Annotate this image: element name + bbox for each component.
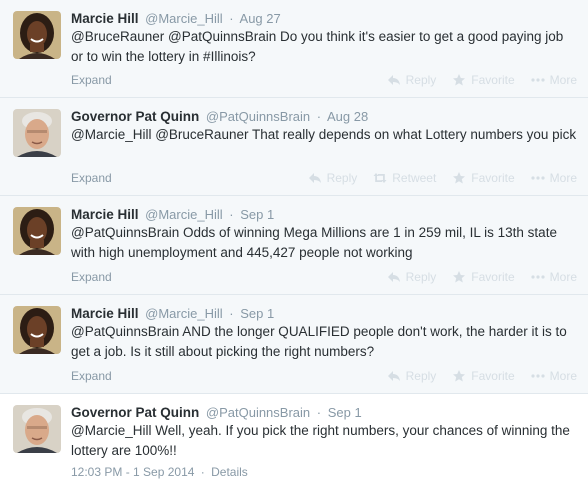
tweet-text: @PatQuinnsBrain Odds of winning Mega Mil… xyxy=(71,225,557,260)
avatar[interactable] xyxy=(13,306,61,354)
expand-link[interactable]: Expand xyxy=(71,170,112,186)
marcie-avatar-image xyxy=(13,306,61,354)
retweet-label: Retweet xyxy=(392,171,437,185)
tweet-text: @Marcie_Hill @BruceRauner That really de… xyxy=(71,127,577,142)
details-link[interactable]: Details xyxy=(211,465,248,479)
reply-icon xyxy=(387,370,401,382)
author-username[interactable]: @Marcie_Hill xyxy=(145,11,223,26)
reply-label: Reply xyxy=(405,73,437,87)
tweet-header: Marcie Hill @Marcie_Hill · Sep 1 xyxy=(71,206,274,224)
star-icon xyxy=(452,74,466,86)
tweet-meta: 12:03 PM - 1 Sep 2014 · Details xyxy=(71,464,248,480)
tweet-text: @Marcie_Hill Well, yeah. If you pick the… xyxy=(71,423,570,458)
expand-link[interactable]: Expand xyxy=(71,72,112,88)
author-username[interactable]: @PatQuinnsBrain xyxy=(206,109,310,124)
reply-label: Reply xyxy=(405,369,437,383)
more-label: More xyxy=(549,369,577,383)
more-label: More xyxy=(549,270,577,284)
favorite-button[interactable]: Favorite xyxy=(452,73,515,87)
avatar[interactable] xyxy=(13,405,61,453)
reply-button[interactable]: Reply xyxy=(387,73,437,87)
avatar[interactable] xyxy=(13,109,61,157)
tweet-actions: Reply Favorite More xyxy=(387,269,577,285)
tweet-timestamp: 12:03 PM - 1 Sep 2014 xyxy=(71,465,195,479)
quinn-avatar-image xyxy=(13,405,61,453)
retweet-button[interactable]: Retweet xyxy=(373,171,436,185)
author-username[interactable]: @Marcie_Hill xyxy=(145,306,223,321)
reply-label: Reply xyxy=(326,171,358,185)
marcie-avatar-image xyxy=(13,11,61,59)
tweet-focused[interactable]: Governor Pat Quinn @PatQuinnsBrain · Sep… xyxy=(0,394,588,492)
tweet-actions: Reply Favorite More xyxy=(387,368,577,384)
tweet[interactable]: Marcie Hill @Marcie_Hill · Aug 27 @Bruce… xyxy=(0,0,588,98)
separator: · xyxy=(200,465,205,479)
quinn-avatar-image xyxy=(13,109,61,157)
conversation-timeline: Marcie Hill @Marcie_Hill · Aug 27 @Bruce… xyxy=(0,0,588,492)
tweet-date[interactable]: Aug 28 xyxy=(327,109,368,124)
separator: · xyxy=(229,207,234,222)
tweet[interactable]: Marcie Hill @Marcie_Hill · Sep 1 @PatQui… xyxy=(0,196,588,295)
tweet-date[interactable]: Sep 1 xyxy=(240,207,274,222)
favorite-button[interactable]: Favorite xyxy=(452,270,515,284)
more-label: More xyxy=(549,171,577,185)
star-icon xyxy=(452,370,466,382)
expand-link[interactable]: Expand xyxy=(71,269,112,285)
tweet-text: @BruceRauner @PatQuinnsBrain Do you thin… xyxy=(71,29,564,64)
author-fullname[interactable]: Marcie Hill xyxy=(71,11,139,26)
retweet-icon xyxy=(373,172,387,184)
tweet-header: Marcie Hill @Marcie_Hill · Aug 27 xyxy=(71,10,281,28)
tweet-header: Governor Pat Quinn @PatQuinnsBrain · Aug… xyxy=(71,108,368,126)
author-fullname[interactable]: Marcie Hill xyxy=(71,207,139,222)
favorite-label: Favorite xyxy=(471,270,515,284)
star-icon xyxy=(452,271,466,283)
reply-label: Reply xyxy=(405,270,437,284)
author-fullname[interactable]: Governor Pat Quinn xyxy=(71,109,199,124)
separator: · xyxy=(316,405,322,420)
separator: · xyxy=(229,11,234,26)
favorite-label: Favorite xyxy=(471,73,515,87)
tweet-actions: Reply Retweet Favorite More xyxy=(308,170,577,186)
separator: · xyxy=(316,109,322,124)
tweet-actions: Reply Favorite More xyxy=(387,72,577,88)
expand-link[interactable]: Expand xyxy=(71,368,112,384)
star-icon xyxy=(452,172,466,184)
author-username[interactable]: @PatQuinnsBrain xyxy=(206,405,310,420)
more-button[interactable]: More xyxy=(531,369,577,383)
tweet[interactable]: Marcie Hill @Marcie_Hill · Sep 1 @PatQui… xyxy=(0,295,588,394)
favorite-button[interactable]: Favorite xyxy=(452,171,515,185)
avatar[interactable] xyxy=(13,11,61,59)
separator: · xyxy=(229,306,234,321)
more-dots-icon xyxy=(531,74,545,86)
more-button[interactable]: More xyxy=(531,270,577,284)
more-label: More xyxy=(549,73,577,87)
favorite-label: Favorite xyxy=(471,369,515,383)
favorite-label: Favorite xyxy=(471,171,515,185)
favorite-button[interactable]: Favorite xyxy=(452,369,515,383)
author-username[interactable]: @Marcie_Hill xyxy=(145,207,223,222)
more-dots-icon xyxy=(531,172,545,184)
tweet-header: Marcie Hill @Marcie_Hill · Sep 1 xyxy=(71,305,274,323)
more-button[interactable]: More xyxy=(531,171,577,185)
more-dots-icon xyxy=(531,370,545,382)
tweet[interactable]: Governor Pat Quinn @PatQuinnsBrain · Aug… xyxy=(0,98,588,196)
tweet-text: @PatQuinnsBrain AND the longer QUALIFIED… xyxy=(71,324,567,359)
more-dots-icon xyxy=(531,271,545,283)
more-button[interactable]: More xyxy=(531,73,577,87)
tweet-header: Governor Pat Quinn @PatQuinnsBrain · Sep… xyxy=(71,404,362,422)
tweet-date[interactable]: Aug 27 xyxy=(240,11,281,26)
avatar[interactable] xyxy=(13,207,61,255)
reply-icon xyxy=(308,172,322,184)
reply-button[interactable]: Reply xyxy=(387,270,437,284)
reply-button[interactable]: Reply xyxy=(308,171,358,185)
marcie-avatar-image xyxy=(13,207,61,255)
author-fullname[interactable]: Marcie Hill xyxy=(71,306,139,321)
reply-icon xyxy=(387,74,401,86)
reply-icon xyxy=(387,271,401,283)
tweet-date[interactable]: Sep 1 xyxy=(328,405,362,420)
reply-button[interactable]: Reply xyxy=(387,369,437,383)
tweet-date[interactable]: Sep 1 xyxy=(240,306,274,321)
author-fullname[interactable]: Governor Pat Quinn xyxy=(71,405,199,420)
